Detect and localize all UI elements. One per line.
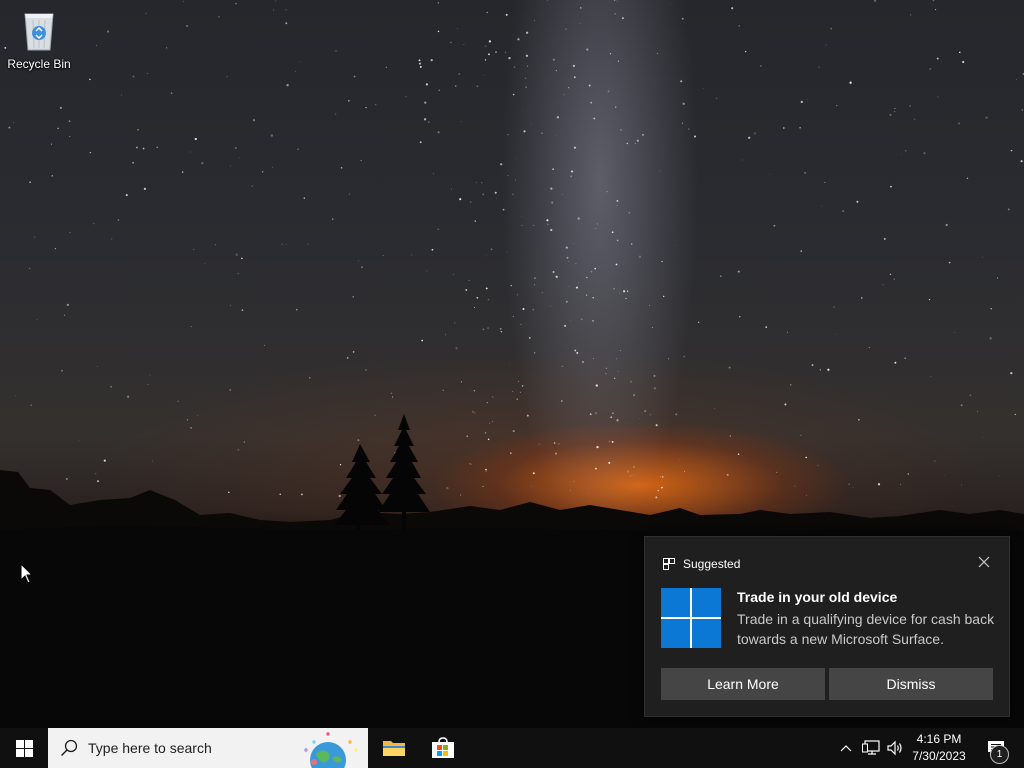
recycle-bin-label: Recycle Bin [7,57,71,71]
toast-header: Suggested [663,556,740,572]
search-highlight-image [304,732,358,768]
show-hidden-icons-button[interactable] [836,728,856,768]
suggested-icon [663,558,675,570]
microsoft-store-taskbar-button[interactable] [419,728,467,768]
chevron-up-icon [840,745,852,752]
windows-start-icon [15,739,33,757]
taskbar: Type here to search 4:16 PM 7/30/2023 1 [0,728,1024,768]
close-icon [978,556,990,568]
toast-body: Trade in a qualifying device for cash ba… [737,611,995,647]
notification-toast[interactable]: Suggested Trade in your old device Trade… [644,536,1010,717]
recycle-bin-shortcut[interactable]: Recycle Bin [4,8,74,71]
network-tray-button[interactable] [860,728,882,768]
search-icon [60,739,78,757]
learn-more-button[interactable]: Learn More [661,668,825,700]
toast-close-button[interactable] [973,551,995,573]
store-icon [432,737,454,758]
windows-logo-image [661,588,721,648]
network-icon [862,740,880,755]
mouse-cursor [20,563,34,584]
start-button[interactable] [0,728,48,768]
volume-tray-button[interactable] [884,728,906,768]
taskbar-search-box[interactable]: Type here to search [48,728,368,768]
toast-app-name: Suggested [683,557,741,571]
dismiss-button[interactable]: Dismiss [829,668,993,700]
notification-count-badge: 1 [990,745,1009,764]
taskbar-clock[interactable]: 4:16 PM 7/30/2023 [908,728,970,768]
toast-title: Trade in your old device [737,589,898,605]
file-explorer-taskbar-button[interactable] [370,728,418,768]
recycle-bin-icon [19,8,59,52]
clock-date: 7/30/2023 [912,749,966,763]
clock-time: 4:16 PM [916,732,962,746]
search-placeholder: Type here to search [88,740,212,756]
folder-icon [383,741,405,756]
volume-icon [887,740,902,756]
